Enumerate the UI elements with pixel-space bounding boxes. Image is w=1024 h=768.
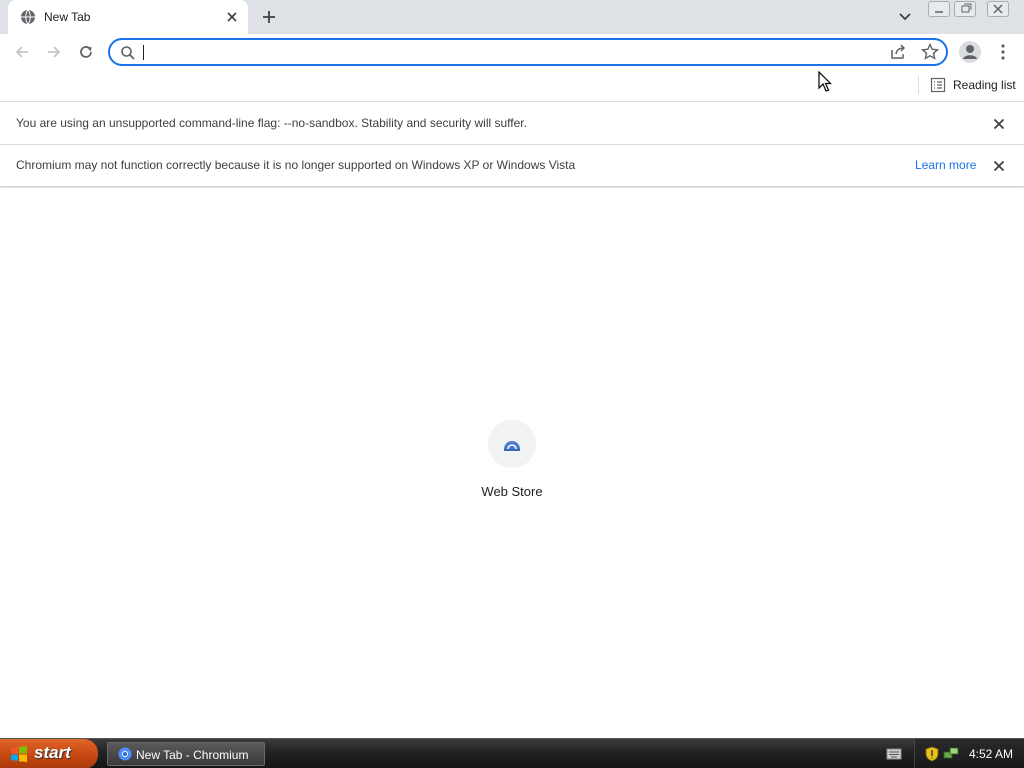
mouse-pointer-icon — [818, 71, 832, 92]
network-icon[interactable] — [943, 746, 959, 762]
reload-icon[interactable] — [76, 42, 96, 62]
infobar-sandbox-warning: You are using an unsupported command-lin… — [0, 103, 1024, 145]
minimize-window-button[interactable] — [928, 1, 950, 17]
new-tab-page: Web Store — [0, 188, 1024, 738]
minimize-icon — [935, 11, 943, 13]
tab-title: New Tab — [44, 10, 91, 24]
profile-avatar[interactable] — [959, 41, 981, 63]
tab-strip: New Tab — [0, 0, 1024, 34]
close-tab-icon[interactable] — [223, 8, 241, 26]
system-clock: 4:52 AM — [969, 747, 1014, 761]
start-label: start — [34, 743, 71, 762]
new-tab-plus-icon[interactable] — [258, 6, 280, 28]
learn-more-link[interactable]: Learn more — [915, 158, 976, 172]
close-icon — [993, 4, 1003, 14]
omnibox[interactable] — [108, 38, 948, 66]
windows-logo-icon — [11, 746, 27, 762]
kebab-menu-icon[interactable] — [993, 42, 1013, 62]
tab-new-tab[interactable]: New Tab — [8, 0, 248, 34]
restore-icon — [961, 3, 972, 13]
forward-arrow-icon[interactable] — [44, 42, 64, 62]
bookmark-bar: Reading list — [0, 70, 1024, 102]
search-icon — [121, 46, 135, 60]
webstore-icon — [504, 441, 520, 451]
close-icon[interactable] — [991, 116, 1007, 132]
tab-search-chevron-icon[interactable] — [896, 9, 914, 25]
taskbar-window-button[interactable]: New Tab - Chromium — [107, 742, 265, 766]
bookmark-star-icon[interactable] — [920, 42, 940, 62]
start-button[interactable]: start — [0, 739, 98, 768]
back-arrow-icon[interactable] — [12, 42, 32, 62]
restore-window-button[interactable] — [954, 1, 976, 17]
bookmark-bar-separator — [918, 76, 919, 94]
globe-icon — [21, 9, 35, 25]
shortcut-icon-background — [488, 420, 536, 468]
security-shield-icon[interactable] — [925, 746, 939, 762]
share-icon[interactable] — [888, 42, 908, 62]
reading-list-label: Reading list — [953, 78, 1016, 92]
toolbar — [0, 34, 1024, 70]
person-icon — [963, 45, 977, 59]
system-tray: 4:52 AM — [914, 739, 1024, 768]
text-caret — [143, 45, 144, 60]
taskbar-window-label: New Tab - Chromium — [136, 748, 249, 762]
shortcut-label: Web Store — [481, 484, 543, 499]
screen: New Tab Reading list You are using an un… — [0, 0, 1024, 768]
shortcut-tile-web-store[interactable]: Web Store — [466, 416, 558, 506]
infobar-message: Chromium may not function correctly beca… — [16, 158, 576, 172]
reading-list-icon — [930, 77, 946, 93]
address-input[interactable] — [142, 43, 872, 61]
close-window-button[interactable] — [987, 1, 1009, 17]
chromium-icon — [118, 747, 132, 761]
taskbar: start New Tab - Chromium 4:52 AM — [0, 738, 1024, 768]
close-icon[interactable] — [991, 158, 1007, 174]
infobar-unsupported-os: Chromium may not function correctly beca… — [0, 145, 1024, 187]
keyboard-icon[interactable] — [886, 747, 902, 761]
infobar-message: You are using an unsupported command-lin… — [16, 116, 527, 130]
